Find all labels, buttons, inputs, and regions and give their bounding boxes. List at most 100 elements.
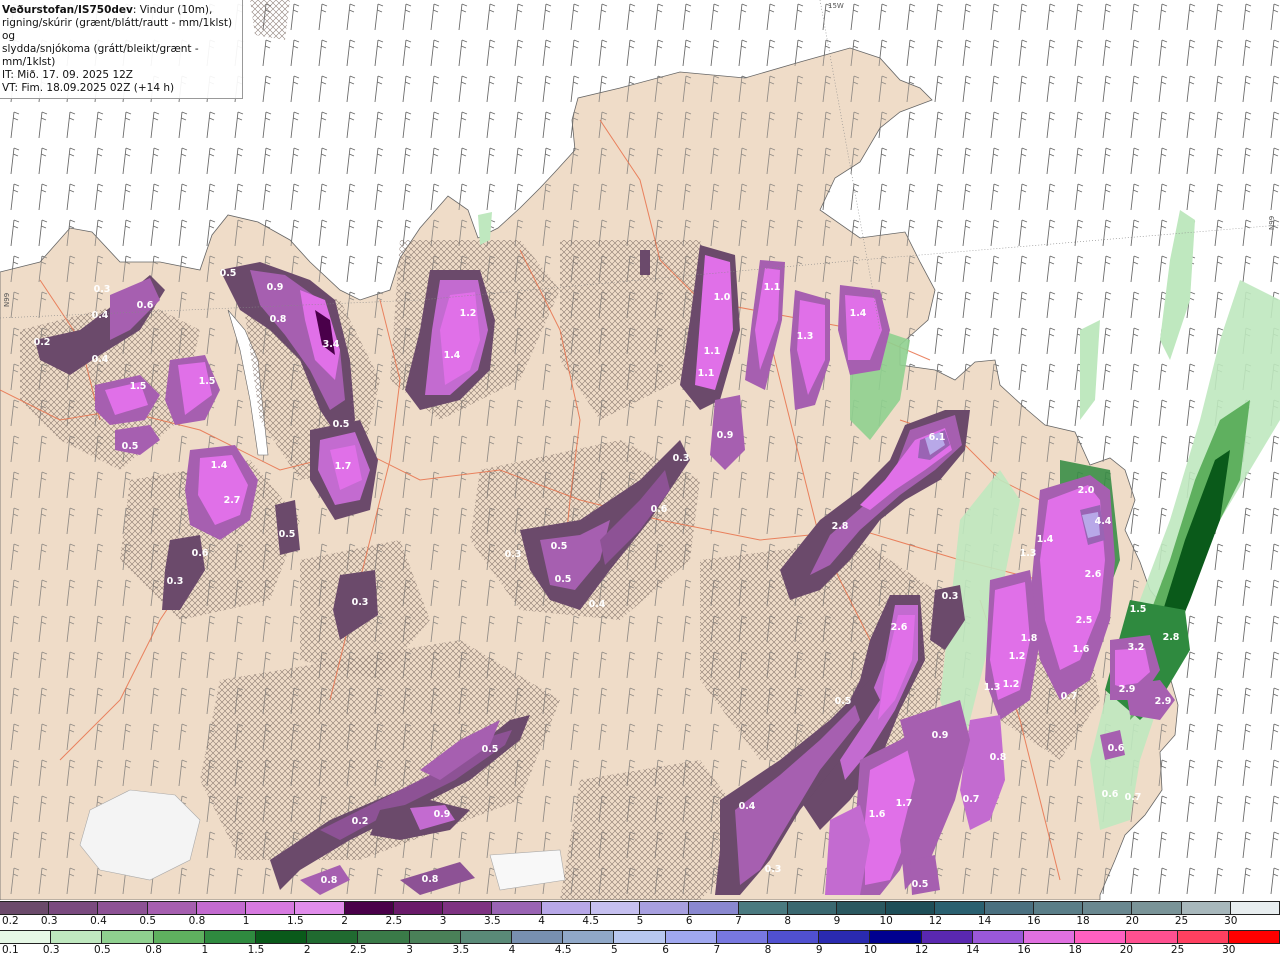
- precip-value-label: 0.4: [92, 310, 109, 321]
- precip-value-label: 0.4: [589, 599, 606, 610]
- precip-value-label: 2.7: [224, 495, 241, 506]
- precip-value-label: 1.2: [1009, 651, 1026, 662]
- colorbar-segment: [49, 902, 99, 914]
- colorbar-tick-label: 4: [508, 944, 516, 956]
- colorbar-tick-label: 20: [1119, 944, 1134, 956]
- title-line: Veðurstofan/IS750dev: Vindur (10m),: [2, 4, 240, 17]
- snow-description: slydda/snjókoma (grátt/bleikt/grænt - mm…: [2, 43, 199, 68]
- colorbar-segment: [935, 902, 985, 914]
- initial-time: IT: Mið. 17. 09. 2025 12Z: [2, 69, 133, 81]
- colorbar-tick-label: 12: [928, 915, 943, 927]
- colorbar-segment: [768, 931, 820, 943]
- colorbar-tick-label: 25: [1174, 915, 1189, 927]
- precip-value-label: 1.3: [984, 682, 1001, 693]
- colorbar-segment: [984, 902, 1034, 914]
- precip-value-label: 6.1: [929, 432, 946, 443]
- colorbar-segment: [738, 902, 788, 914]
- colorbar-tick-label: 3.5: [483, 915, 501, 927]
- precip-value-label: 1.2: [460, 308, 477, 319]
- colorbar-segment: [563, 931, 615, 943]
- colorbar-tick-label: 0.2: [2, 915, 19, 927]
- colorbar-tick-label: 8: [764, 944, 772, 956]
- colorbar-segment: [0, 902, 50, 914]
- colorbar-segment: [665, 931, 717, 943]
- colorbar-tick-label: 16: [1017, 944, 1031, 956]
- precip-value-label: 3.2: [1128, 642, 1145, 653]
- precip-value-label: 0.7: [1125, 792, 1142, 803]
- colorbar-tick-label: 10: [879, 915, 893, 927]
- precip-value-label: 0.9: [932, 730, 949, 741]
- precip-value-label: 0.6: [651, 504, 668, 515]
- colorbar-tick-label: 0.3: [40, 915, 58, 927]
- colorbar-segment: [204, 931, 257, 943]
- colorbar-tick-label: 1.5: [247, 944, 265, 956]
- colorbar-tick-label: 4.5: [582, 915, 600, 927]
- precip-value-label: 0.5: [220, 268, 237, 279]
- rain-description: rigning/skúrir (grænt/blátt/rautt - mm/1…: [2, 17, 233, 42]
- precipitation-wind-map: 15W N99 N99 0.5 0.3 0.6 0.4 0.2 0.4 0.9 0.8 3.4 1…: [0, 0, 1280, 900]
- colorbar-tick-label: 2: [341, 915, 348, 927]
- precip-value-label: 1.1: [698, 368, 715, 379]
- precip-value-label: 2.9: [1119, 684, 1136, 695]
- title-rest: : Vindur (10m),: [132, 4, 213, 16]
- colorbar-segment: [819, 931, 871, 943]
- colorbar-tick-label: 30: [1224, 915, 1238, 927]
- precip-value-label: 1.4: [850, 308, 867, 319]
- precip-value-label: 0.3: [765, 864, 782, 875]
- colorbar-segment: [689, 902, 739, 914]
- colorbar-tick-label: 25: [1170, 944, 1185, 956]
- colorbar-segment: [590, 902, 641, 914]
- colorbar-segment: [344, 902, 394, 914]
- colorbar-tick-label: 3: [406, 944, 413, 956]
- colorbar-tick-label: 18: [1076, 915, 1090, 927]
- colorbar-segment: [1083, 902, 1133, 914]
- colorbar-tick-label: 1: [201, 944, 209, 956]
- colorbar-segment: [1126, 931, 1178, 943]
- colorbar-tick-label: 18: [1068, 944, 1082, 956]
- precip-value-label: 0.7: [1061, 691, 1078, 702]
- precip-value-label: 1.3: [1020, 548, 1037, 559]
- precip-value-label: 4.4: [1095, 516, 1112, 527]
- colorbar-segment: [972, 931, 1025, 943]
- colorbar-tick-label: 4.5: [554, 944, 572, 956]
- precip-value-label: 0.5: [835, 696, 852, 707]
- colorbar-tick-label: 9: [833, 915, 841, 927]
- precip-value-label: 1.8: [1021, 633, 1038, 644]
- colorbar-segment: [307, 931, 359, 943]
- colorbar-tick-label: 6: [685, 915, 693, 927]
- colorbar-tick-label: 20: [1125, 915, 1139, 927]
- precip-value-label: 1.6: [869, 809, 886, 820]
- precip-value-label: 0.5: [333, 419, 350, 430]
- precip-value-label: 0.8: [990, 752, 1007, 763]
- colorbar-segment: [102, 931, 154, 943]
- colorbar-tick-label: 5: [636, 915, 644, 927]
- colorbar-tick-label: 3.5: [452, 944, 470, 956]
- precip-value-label: 0.8: [321, 875, 338, 886]
- colorbar-tick-label: 14: [966, 944, 980, 956]
- colorbar-tick-label: 7: [713, 944, 721, 956]
- colorbar-tick-label: 14: [977, 915, 992, 927]
- colorbar-segment: [1033, 902, 1084, 914]
- precip-value-label: 0.3: [673, 453, 690, 464]
- precip-value-label: 0.4: [739, 801, 756, 812]
- precip-value-label: 2.0: [1078, 485, 1095, 496]
- precip-value-label: 1.3: [797, 331, 814, 342]
- precip-value-label: 0.3: [352, 597, 369, 608]
- grid-label-left: N99: [3, 293, 11, 307]
- precip-value-label: 1.4: [1037, 534, 1054, 545]
- precip-value-label: 0.6: [1102, 789, 1119, 800]
- colorbar-tick-label: 0.8: [145, 944, 162, 956]
- precip-value-label: 1.1: [764, 282, 781, 293]
- colorbar-segment: [51, 931, 103, 943]
- precip-value-label: 0.3: [94, 284, 111, 295]
- colorbar-segment: [492, 902, 542, 914]
- precip-value-label: 2.8: [1163, 632, 1180, 643]
- colorbar-segment: [512, 931, 564, 943]
- precip-value-label: 0.9: [434, 809, 451, 820]
- precip-value-label: 0.3: [942, 591, 959, 602]
- colorbar-segment: [1024, 931, 1076, 943]
- precip-value-label: 0.9: [717, 430, 734, 441]
- colorbar-tick-label: 0.4: [90, 915, 107, 927]
- precip-value-label: 1.1: [704, 346, 721, 357]
- colorbar-segment: [1075, 931, 1127, 943]
